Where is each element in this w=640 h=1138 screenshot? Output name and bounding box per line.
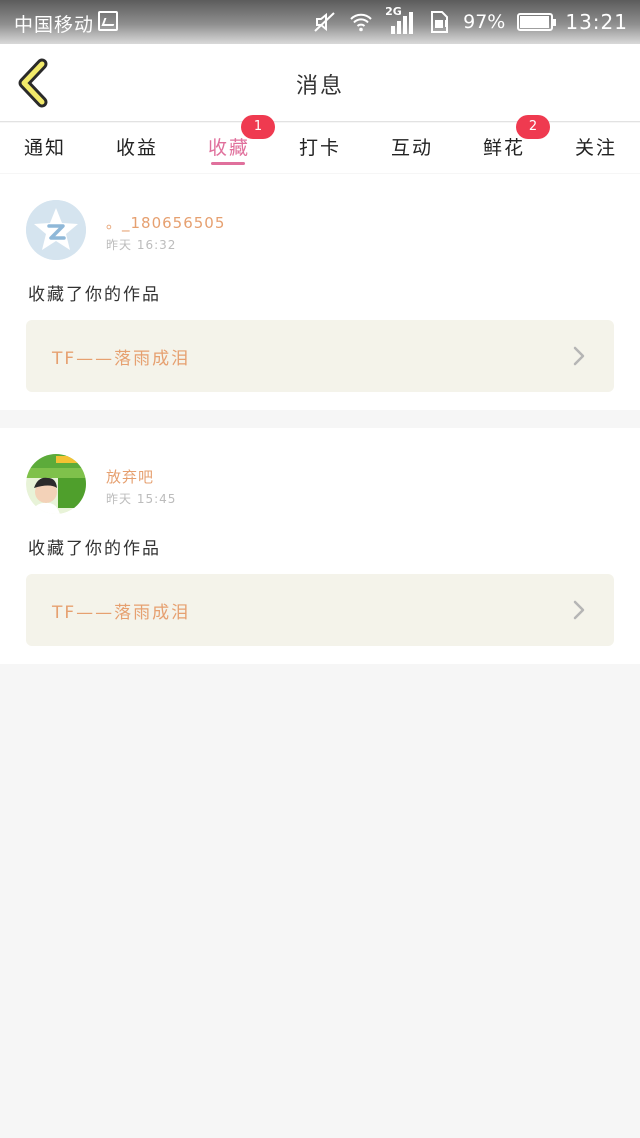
tab-notifications[interactable]: 通知	[5, 133, 85, 160]
battery-fill	[520, 16, 550, 28]
qq-avatar-icon	[26, 200, 86, 260]
signal-icon: 2G	[385, 5, 415, 36]
username[interactable]: 放弃吧	[106, 466, 154, 487]
work-title: TF——落雨成泪	[52, 349, 191, 369]
tab-label: 鲜花	[482, 137, 525, 159]
flowers-badge: 2	[516, 115, 550, 139]
clock: 13:21	[565, 10, 628, 34]
tab-label: 收藏	[207, 137, 250, 159]
sim-alert-icon	[431, 11, 449, 33]
timestamp: 昨天 15:45	[106, 492, 177, 506]
timestamp: 昨天 16:32	[106, 238, 177, 252]
user-photo-icon	[26, 454, 86, 514]
work-title: TF——落雨成泪	[52, 603, 191, 623]
work-link[interactable]: TF——落雨成泪	[26, 574, 614, 646]
tab-following[interactable]: 关注	[556, 133, 636, 160]
action-text: 收藏了你的作品	[28, 539, 161, 559]
gallery-icon	[98, 11, 118, 31]
chevron-right-icon	[573, 346, 585, 366]
tab-bar: 通知 收益 收藏 打卡 互动 鲜花 关注 1 2	[0, 115, 640, 173]
tab-earnings[interactable]: 收益	[97, 133, 177, 160]
mute-icon	[314, 12, 335, 32]
tab-label: 收益	[115, 137, 158, 159]
battery-percent: 97%	[463, 11, 506, 33]
status-bar: 中国移动 2G 97% 13:21	[0, 0, 640, 44]
tab-label: 通知	[23, 137, 66, 159]
tab-label: 打卡	[298, 137, 341, 159]
message-card: 放弃吧 昨天 15:45 收藏了你的作品 TF——落雨成泪	[0, 428, 640, 664]
tab-interactions[interactable]: 互动	[372, 133, 452, 160]
action-text: 收藏了你的作品	[28, 285, 161, 305]
header-bar: 消息	[0, 44, 640, 122]
carrier-label: 中国移动	[14, 14, 95, 36]
work-link[interactable]: TF——落雨成泪	[26, 320, 614, 392]
tab-label: 互动	[390, 137, 433, 159]
message-card: 。_180656505 昨天 16:32 收藏了你的作品 TF——落雨成泪	[0, 174, 640, 410]
active-tab-indicator	[211, 162, 245, 165]
tab-checkin[interactable]: 打卡	[280, 133, 360, 160]
avatar[interactable]	[26, 454, 86, 514]
username[interactable]: 。_180656505	[106, 212, 225, 233]
page-title: 消息	[295, 74, 344, 99]
battery-icon	[517, 13, 557, 31]
avatar[interactable]	[26, 200, 86, 260]
wifi-icon	[350, 13, 372, 32]
favorites-badge: 1	[241, 115, 275, 139]
tab-label: 关注	[574, 137, 617, 159]
chevron-right-icon	[573, 600, 585, 620]
